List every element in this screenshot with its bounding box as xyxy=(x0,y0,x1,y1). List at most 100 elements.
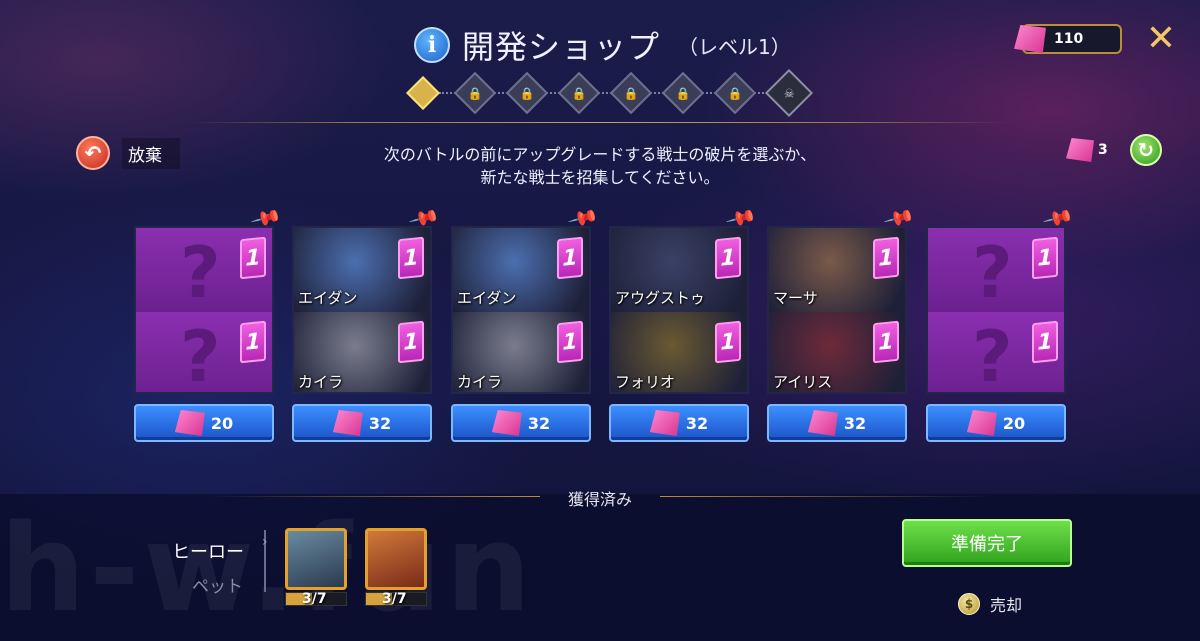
sell-label: 売却 xyxy=(990,596,1023,615)
pink-gem-icon xyxy=(966,410,997,436)
owned-hero[interactable]: 3/7 xyxy=(365,528,427,607)
unknown-hero-slot: ? 1 xyxy=(136,228,272,312)
hero-name: エイダン xyxy=(457,289,517,307)
shard-count-badge: 1 xyxy=(715,236,741,280)
card-frame[interactable]: エイダン 1 カイラ 1 xyxy=(451,226,591,394)
shard-count-badge: 1 xyxy=(873,320,899,364)
shard-count-badge: 1 xyxy=(1032,236,1058,280)
hero-portrait xyxy=(365,528,427,590)
hero-name: カイラ xyxy=(298,373,344,391)
currency-display[interactable]: 110 xyxy=(1014,24,1122,54)
hero-name: アウグストゥ xyxy=(615,289,706,307)
shard-count-badge: 1 xyxy=(240,236,266,280)
chevron-right-icon: › xyxy=(262,534,268,550)
header-divider xyxy=(190,122,1010,123)
price-value: 32 xyxy=(368,413,392,433)
hero-portrait xyxy=(285,528,347,590)
shard-count-badge: 1 xyxy=(398,320,424,364)
level-label: （レベル1） xyxy=(678,34,791,59)
give-up-button[interactable]: ↶ 放棄 xyxy=(76,136,180,170)
instructions-line-1: 次のバトルの前にアップグレードする戦士の破片を選ぶか、 xyxy=(383,145,817,164)
pink-gem-icon xyxy=(332,410,363,436)
shard-count: 3/7 xyxy=(382,591,407,607)
shard-count-badge: 1 xyxy=(873,236,899,280)
undo-arrow-icon: ↶ xyxy=(76,136,110,170)
hero-name: フォリオ xyxy=(615,373,676,391)
owned-hero[interactable]: 3/7 xyxy=(285,528,347,607)
lock-icon: 🔒 xyxy=(557,71,601,115)
card-frame[interactable]: アウグストゥ 1 フォリオ 1 xyxy=(609,226,749,394)
price-value: 32 xyxy=(527,413,551,433)
shard-progress-bar: 3/7 xyxy=(365,591,427,607)
question-mark-icon: ? xyxy=(180,316,221,394)
price-value: 20 xyxy=(1002,413,1026,433)
pink-gem-icon xyxy=(491,410,522,436)
shard-count-badge: 1 xyxy=(240,320,266,364)
shard-count-badge: 1 xyxy=(715,320,741,364)
pink-gem-icon xyxy=(174,410,205,436)
price-value: 20 xyxy=(210,413,234,433)
lock-icon: 🔒 xyxy=(453,71,497,115)
reroll-cost: 3 xyxy=(1098,142,1108,158)
hero-slot: マーサ 1 xyxy=(769,228,905,312)
pink-gem-icon xyxy=(1066,138,1094,162)
lock-icon: 🔒 xyxy=(661,71,705,115)
question-mark-icon: ? xyxy=(972,232,1013,312)
hero-name: カイラ xyxy=(457,373,503,391)
stage-progress: 🔒 🔒 🔒 🔒 🔒 🔒 ☠ xyxy=(406,68,814,118)
lock-icon: 🔒 xyxy=(505,71,549,115)
hero-name: アイリス xyxy=(773,373,833,391)
close-button[interactable]: ✕ xyxy=(1144,21,1178,57)
buy-button[interactable]: 32 xyxy=(451,404,591,442)
shard-count-badge: 1 xyxy=(557,236,583,280)
unknown-hero-slot: ? 1 xyxy=(928,312,1064,394)
instructions-line-2: 新たな戦士を招集してください。 xyxy=(480,168,720,187)
shard-count: 3/7 xyxy=(302,591,327,607)
buy-button[interactable]: 32 xyxy=(767,404,907,442)
price-value: 32 xyxy=(685,413,709,433)
stage-node-current xyxy=(406,76,440,110)
card-frame[interactable]: ? 1? 1 xyxy=(926,226,1066,394)
card-frame[interactable]: マーサ 1 アイリス 1 xyxy=(767,226,907,394)
card-frame[interactable]: エイダン 1 カイラ 1 xyxy=(292,226,432,394)
price-value: 32 xyxy=(843,413,867,433)
shard-count-badge: 1 xyxy=(557,320,583,364)
page-title: 開発ショップ xyxy=(462,28,661,66)
instructions-text: 次のバトルの前にアップグレードする戦士の破片を選ぶか、 新たな戦士を招集してくだ… xyxy=(340,143,860,189)
pink-gem-icon xyxy=(807,410,838,436)
acquired-title: 獲得済み xyxy=(567,490,632,509)
buy-button[interactable]: 32 xyxy=(292,404,432,442)
hero-slot: アイリス 1 xyxy=(769,312,905,392)
watermark: h-w.fun xyxy=(0,500,536,639)
question-mark-icon: ? xyxy=(972,316,1013,394)
reroll-area: 3 ↻ xyxy=(1066,134,1162,166)
card-frame[interactable]: ? 1? 1 xyxy=(134,226,274,394)
refresh-icon[interactable]: ↻ xyxy=(1129,134,1162,166)
unknown-hero-slot: ? 1 xyxy=(136,312,272,394)
info-icon[interactable]: i xyxy=(414,27,450,63)
question-mark-icon: ? xyxy=(180,232,221,312)
hero-slot: アウグストゥ 1 xyxy=(611,228,747,312)
buy-button[interactable]: 20 xyxy=(926,404,1066,442)
hero-slot: エイダン 1 xyxy=(294,228,430,312)
hero-name: エイダン xyxy=(298,289,358,307)
sell-button[interactable]: $ 売却 xyxy=(958,592,1022,616)
pink-gem-icon xyxy=(649,410,680,436)
lock-icon: 🔒 xyxy=(609,71,653,115)
hero-slot: エイダン 1 xyxy=(453,228,589,312)
tab-pet[interactable]: ペット xyxy=(192,572,243,597)
coin-icon: $ xyxy=(958,593,980,615)
header: i 開発ショップ （レベル1） xyxy=(414,22,791,68)
skull-icon: ☠ xyxy=(764,68,814,118)
tab-hero[interactable]: ヒーロー xyxy=(172,538,244,564)
currency-value: 110 xyxy=(1054,31,1084,47)
ready-button[interactable]: 準備完了 xyxy=(902,519,1072,567)
shard-progress-bar: 3/7 xyxy=(285,591,347,607)
hero-name: マーサ xyxy=(773,289,818,307)
lock-icon: 🔒 xyxy=(713,71,757,115)
buy-button[interactable]: 32 xyxy=(609,404,749,442)
hero-slot: フォリオ 1 xyxy=(611,312,747,392)
buy-button[interactable]: 20 xyxy=(134,404,274,442)
unknown-hero-slot: ? 1 xyxy=(928,228,1064,312)
give-up-label: 放棄 xyxy=(122,137,180,169)
